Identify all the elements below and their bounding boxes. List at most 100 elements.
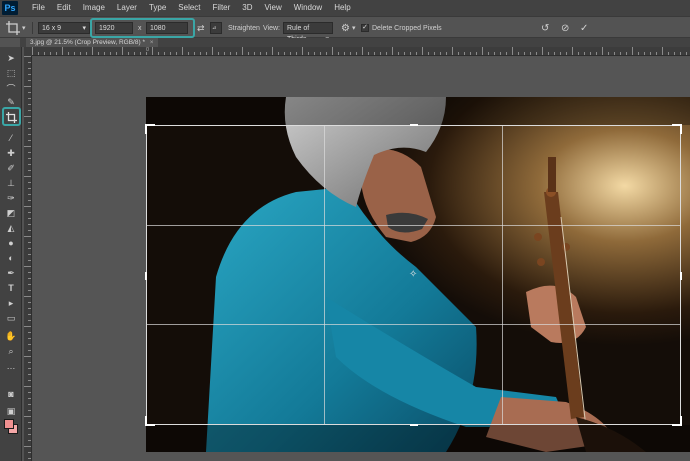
crop-handle-bottom-right-v[interactable] (680, 416, 682, 426)
more-tools-icon[interactable]: … (3, 359, 19, 373)
crop-handle-top-left-v[interactable] (145, 124, 147, 134)
straighten-icon[interactable]: ⊿ (210, 22, 222, 34)
ruler-tick (86, 52, 87, 55)
ruler-tick (620, 52, 621, 55)
ruler-tick (392, 47, 393, 55)
ruler-tick (350, 52, 351, 55)
ruler-tick (134, 52, 135, 55)
ruler-tick (308, 52, 309, 55)
crop-handle-top-right-v[interactable] (680, 124, 682, 134)
ruler-tick (566, 52, 567, 55)
crop-handle-right[interactable] (680, 272, 682, 280)
ruler-tick (428, 52, 429, 55)
quick-mask-icon[interactable]: ◙ (3, 387, 19, 401)
menu-file[interactable]: File (26, 0, 51, 16)
paint-bucket-tool-icon[interactable]: ◭ (3, 221, 19, 235)
ruler-tick (146, 52, 147, 55)
cancel-icon[interactable]: ⊘ (561, 21, 569, 35)
ruler-tick (314, 52, 315, 55)
history-brush-tool-icon[interactable]: ✑ (3, 191, 19, 205)
ruler-tick (28, 98, 31, 99)
crop-handle-bottom-left-v[interactable] (145, 416, 147, 426)
ruler-tick (302, 47, 303, 55)
crop-handle-bottom[interactable] (410, 424, 418, 426)
crop-shade-bottom (146, 425, 690, 452)
rotation-center-icon[interactable]: ✧ (409, 269, 417, 280)
eraser-tool-icon[interactable]: ◩ (3, 206, 19, 220)
ruler-tick (28, 434, 31, 435)
eyedropper-tool-icon[interactable]: ⁄ (3, 131, 19, 145)
foreground-color-swatch[interactable] (4, 419, 14, 429)
straighten-button[interactable]: Straighten (228, 21, 260, 35)
ruler-tick (98, 52, 99, 55)
menu-3d[interactable]: 3D (236, 0, 258, 16)
ratio-preset-select[interactable]: 16 x 9 ▾ (38, 22, 90, 34)
ruler-tick (332, 47, 333, 55)
crop-handle-top[interactable] (410, 124, 418, 126)
options-bar: ▾ 16 x 9 ▾ 1920 x 1080 ⇄ ⊿ Straighten Vi… (0, 16, 690, 43)
gear-icon[interactable]: ⚙ (341, 21, 350, 35)
overlay-view-select[interactable]: Rule of Thirds ▾ (283, 22, 333, 43)
preset-dropdown-arrow[interactable]: ▾ (22, 21, 26, 35)
ruler-tick (248, 52, 249, 55)
ruler-tick (44, 52, 45, 55)
ruler-tick (482, 47, 483, 55)
ruler-tick (506, 52, 507, 55)
delete-cropped-checkbox[interactable]: ✓ (361, 24, 369, 32)
menu-view[interactable]: View (259, 0, 288, 16)
rectangle-tool-icon[interactable]: ▭ (3, 311, 19, 325)
screen-mode-icon[interactable]: ▣ (3, 404, 19, 418)
ruler-tick (458, 52, 459, 55)
healing-brush-tool-icon[interactable]: ✚ (3, 146, 19, 160)
pen-tool-icon[interactable]: ✒ (3, 266, 19, 280)
type-tool-icon[interactable]: T (3, 281, 19, 295)
ruler-tick (296, 52, 297, 55)
menu-select[interactable]: Select (172, 0, 206, 16)
document-tab[interactable]: 3.jpg @ 21.5% (Crop Preview, RGB/8) * × (26, 38, 158, 47)
path-selection-tool-icon[interactable]: ▸ (3, 296, 19, 310)
ruler-tick (206, 52, 207, 55)
lasso-tool-icon[interactable]: ⌒ (3, 81, 19, 95)
canvas-workspace[interactable]: ✧ (33, 57, 690, 461)
menu-layer[interactable]: Layer (111, 0, 143, 16)
zoom-tool-icon[interactable]: ⌕ (3, 344, 19, 358)
move-tool-icon[interactable]: ➤ (3, 51, 19, 65)
ruler-tick (260, 52, 261, 55)
ruler-tick (28, 422, 31, 423)
crop-shade-top (146, 97, 690, 125)
close-icon[interactable]: × (150, 39, 154, 46)
ruler-tick (28, 284, 31, 285)
ruler-tick (224, 52, 225, 55)
hand-tool-icon[interactable]: ✋ (3, 329, 19, 343)
clone-stamp-tool-icon[interactable]: ⊥ (3, 176, 19, 190)
swap-icon[interactable]: ⇄ (197, 21, 205, 35)
blur-tool-icon[interactable]: ● (3, 236, 19, 250)
menu-image[interactable]: Image (77, 0, 111, 16)
document-tab-title: 3.jpg @ 21.5% (Crop Preview, RGB/8) * (30, 39, 145, 46)
menu-type[interactable]: Type (143, 0, 172, 16)
brush-tool-icon[interactable]: ✐ (3, 161, 19, 175)
ruler-tick (24, 176, 31, 177)
reset-icon[interactable]: ↺ (541, 21, 549, 35)
menu-help[interactable]: Help (328, 0, 356, 16)
height-field[interactable]: 1080 (146, 22, 188, 34)
crop-handle-left[interactable] (145, 272, 147, 280)
menu-window[interactable]: Window (288, 0, 328, 16)
crop-tool-icon[interactable] (3, 110, 19, 124)
ruler-tick (28, 68, 31, 69)
dodge-tool-icon[interactable]: ◐ (3, 251, 19, 265)
ruler-tick (386, 52, 387, 55)
ruler-tick (28, 122, 31, 123)
ruler-tick (170, 52, 171, 55)
commit-check-icon[interactable]: ✓ (580, 21, 588, 35)
menu-edit[interactable]: Edit (51, 0, 77, 16)
ruler-tick (74, 52, 75, 55)
settings-dropdown-arrow[interactable]: ▾ (352, 21, 356, 35)
ruler-tick (28, 218, 31, 219)
crop-tool-preset-icon[interactable] (6, 21, 20, 35)
ruler-tick (338, 52, 339, 55)
width-field[interactable]: 1920 (95, 22, 133, 34)
menu-filter[interactable]: Filter (207, 0, 237, 16)
ruler-corner (24, 47, 32, 56)
marquee-tool-icon[interactable]: ⬚ (3, 66, 19, 80)
